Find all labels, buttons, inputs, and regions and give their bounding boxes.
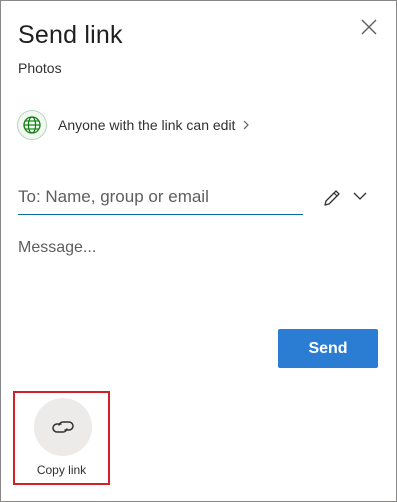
globe-icon bbox=[17, 110, 47, 140]
send-link-dialog: Send link Photos Anyone with the link ca… bbox=[0, 0, 397, 502]
chevron-down-icon bbox=[353, 192, 367, 200]
close-icon bbox=[361, 19, 377, 35]
close-button[interactable] bbox=[357, 15, 381, 39]
copy-link-button[interactable] bbox=[34, 398, 92, 456]
copy-link-highlight: Copy link bbox=[13, 391, 110, 485]
copy-link-label: Copy link bbox=[36, 463, 87, 477]
dialog-title: Send link bbox=[18, 21, 123, 49]
link-permission-button[interactable]: Anyone with the link can edit bbox=[17, 108, 251, 142]
pencil-icon bbox=[324, 190, 340, 206]
chevron-right-icon bbox=[241, 119, 251, 131]
edit-permissions-button[interactable] bbox=[321, 187, 343, 209]
link-icon bbox=[52, 421, 74, 433]
recipients-dropdown-button[interactable] bbox=[351, 189, 369, 203]
recipients-input[interactable] bbox=[18, 183, 303, 211]
recipients-field-wrapper bbox=[18, 183, 303, 215]
send-button[interactable]: Send bbox=[278, 329, 378, 368]
message-field[interactable] bbox=[18, 239, 378, 309]
item-name: Photos bbox=[18, 60, 62, 76]
link-permission-label: Anyone with the link can edit bbox=[58, 117, 236, 133]
